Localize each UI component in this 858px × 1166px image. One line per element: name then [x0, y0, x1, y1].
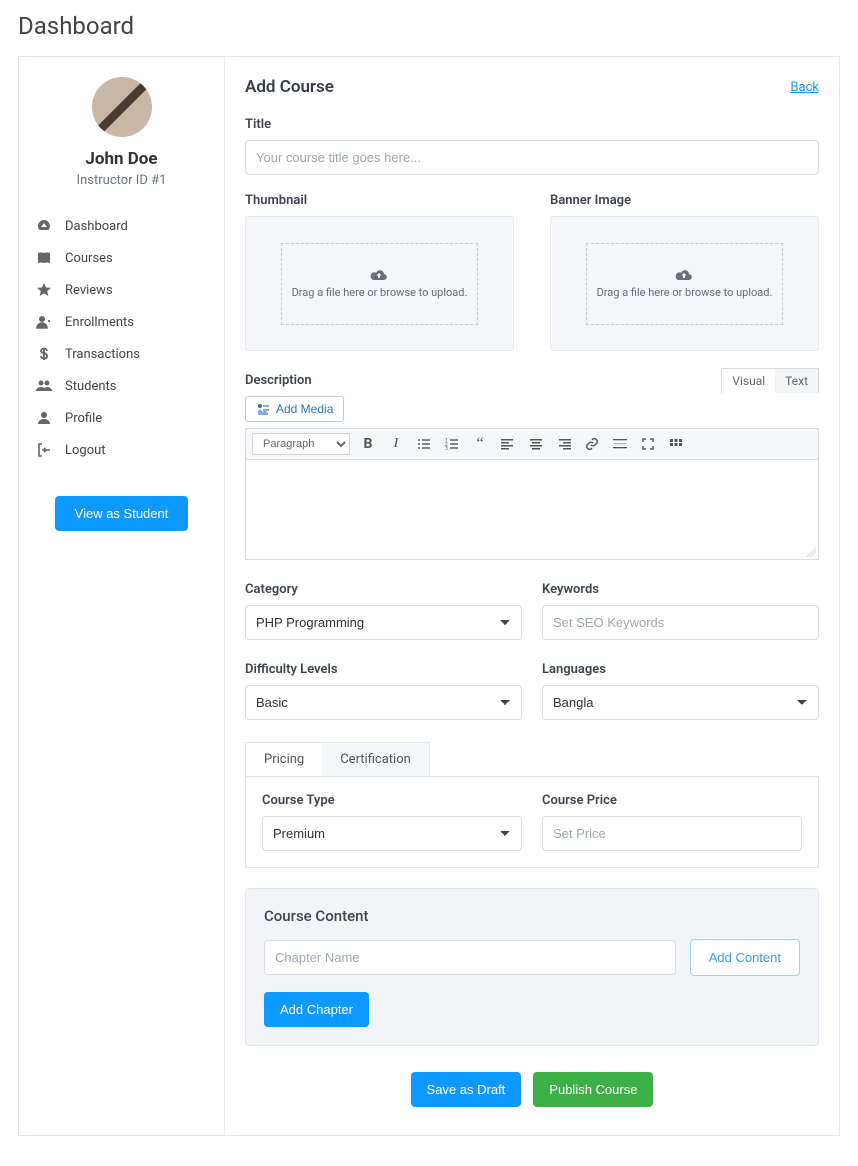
- course-type-select[interactable]: Premium: [262, 816, 522, 851]
- course-type-label: Course Type: [262, 793, 522, 808]
- align-center-icon[interactable]: [526, 434, 546, 454]
- signout-icon: [35, 441, 53, 459]
- editor-tab-visual[interactable]: Visual: [722, 369, 775, 393]
- editor-toolbar: Paragraph B I 123 “: [245, 428, 819, 460]
- quote-icon[interactable]: “: [470, 434, 490, 454]
- chapter-name-input[interactable]: [264, 940, 676, 975]
- course-content-box: Course Content Add Content Add Chapter: [245, 888, 819, 1046]
- difficulty-label: Difficulty Levels: [245, 662, 522, 677]
- sidebar-item-label: Logout: [65, 443, 106, 458]
- profile-meta: Instructor ID #1: [77, 173, 167, 188]
- toolbar-toggle-icon[interactable]: [666, 434, 686, 454]
- ordered-list-icon[interactable]: 123: [442, 434, 462, 454]
- book-icon: [35, 249, 53, 267]
- sidebar-item-profile[interactable]: Profile: [35, 402, 208, 434]
- languages-label: Languages: [542, 662, 819, 677]
- readmore-icon[interactable]: [610, 434, 630, 454]
- sidebar-item-students[interactable]: Students: [35, 370, 208, 402]
- pricing-cert-tabs: Pricing Certification: [245, 742, 430, 776]
- sidebar-item-label: Enrollments: [65, 315, 134, 330]
- back-link[interactable]: Back: [790, 80, 819, 95]
- align-left-icon[interactable]: [498, 434, 518, 454]
- course-price-label: Course Price: [542, 793, 802, 808]
- format-select[interactable]: Paragraph: [252, 433, 350, 455]
- dollar-icon: [35, 345, 53, 363]
- languages-select[interactable]: Bangla: [542, 685, 819, 720]
- dropzone-text: Drag a file here or browse to upload.: [597, 286, 773, 299]
- sidebar-nav: Dashboard Courses Reviews Enrollments Tr…: [19, 210, 224, 466]
- title-label: Title: [245, 117, 819, 132]
- thumbnail-dropzone[interactable]: Drag a file here or browse to upload.: [245, 216, 514, 351]
- sidebar-item-label: Profile: [65, 411, 102, 426]
- editor-mode-tabs: Visual Text: [721, 368, 819, 393]
- add-media-label: Add Media: [276, 402, 333, 416]
- user-icon: [35, 409, 53, 427]
- bullet-list-icon[interactable]: [414, 434, 434, 454]
- svg-text:3: 3: [445, 446, 448, 451]
- sidebar-item-label: Students: [65, 379, 117, 394]
- dropzone-inner: Drag a file here or browse to upload.: [586, 243, 784, 325]
- pricing-panel: Course Type Premium Course Price: [245, 776, 819, 868]
- fullscreen-icon[interactable]: [638, 434, 658, 454]
- sidebar-item-label: Dashboard: [65, 219, 128, 234]
- view-as-student-button[interactable]: View as Student: [55, 496, 189, 531]
- media-icon: [256, 402, 270, 416]
- add-media-button[interactable]: Add Media: [245, 396, 344, 422]
- banner-label: Banner Image: [550, 193, 819, 208]
- bold-icon[interactable]: B: [358, 434, 378, 454]
- cloud-upload-icon: [675, 268, 693, 282]
- sidebar: John Doe Instructor ID #1 Dashboard Cour…: [19, 57, 225, 1135]
- category-label: Category: [245, 582, 522, 597]
- users-icon: [35, 377, 53, 395]
- tab-certification[interactable]: Certification: [322, 743, 429, 776]
- link-icon[interactable]: [582, 434, 602, 454]
- sidebar-item-courses[interactable]: Courses: [35, 242, 208, 274]
- dropzone-inner: Drag a file here or browse to upload.: [281, 243, 479, 325]
- star-icon: [35, 281, 53, 299]
- title-input[interactable]: [245, 140, 819, 175]
- save-draft-button[interactable]: Save as Draft: [411, 1072, 522, 1107]
- description-editor[interactable]: [245, 460, 819, 560]
- tab-pricing[interactable]: Pricing: [246, 743, 322, 776]
- sidebar-item-logout[interactable]: Logout: [35, 434, 208, 466]
- profile-name: John Doe: [85, 149, 157, 169]
- course-price-input[interactable]: [542, 816, 802, 851]
- publish-course-button[interactable]: Publish Course: [533, 1072, 653, 1107]
- course-content-heading: Course Content: [264, 907, 800, 925]
- editor-tab-text[interactable]: Text: [775, 369, 818, 393]
- dropzone-text: Drag a file here or browse to upload.: [292, 286, 468, 299]
- main-content: Add Course Back Title Thumbnail Drag a f…: [225, 57, 839, 1135]
- thumbnail-label: Thumbnail: [245, 193, 514, 208]
- keywords-input[interactable]: [542, 605, 819, 640]
- category-select[interactable]: PHP Programming: [245, 605, 522, 640]
- align-right-icon[interactable]: [554, 434, 574, 454]
- sidebar-item-label: Courses: [65, 251, 113, 266]
- sidebar-item-label: Reviews: [65, 283, 113, 298]
- form-heading: Add Course: [245, 77, 334, 97]
- banner-dropzone[interactable]: Drag a file here or browse to upload.: [550, 216, 819, 351]
- sidebar-item-transactions[interactable]: Transactions: [35, 338, 208, 370]
- cloud-upload-icon: [370, 268, 388, 282]
- italic-icon[interactable]: I: [386, 434, 406, 454]
- sidebar-item-reviews[interactable]: Reviews: [35, 274, 208, 306]
- add-content-button[interactable]: Add Content: [690, 939, 800, 976]
- add-chapter-button[interactable]: Add Chapter: [264, 992, 369, 1027]
- sidebar-item-dashboard[interactable]: Dashboard: [35, 210, 208, 242]
- main-wrap: John Doe Instructor ID #1 Dashboard Cour…: [18, 56, 840, 1136]
- sidebar-item-enrollments[interactable]: Enrollments: [35, 306, 208, 338]
- keywords-label: Keywords: [542, 582, 819, 597]
- difficulty-select[interactable]: Basic: [245, 685, 522, 720]
- gauge-icon: [35, 217, 53, 235]
- avatar: [92, 77, 152, 137]
- user-plus-icon: [35, 313, 53, 331]
- sidebar-item-label: Transactions: [65, 347, 140, 362]
- page-title: Dashboard: [18, 12, 840, 40]
